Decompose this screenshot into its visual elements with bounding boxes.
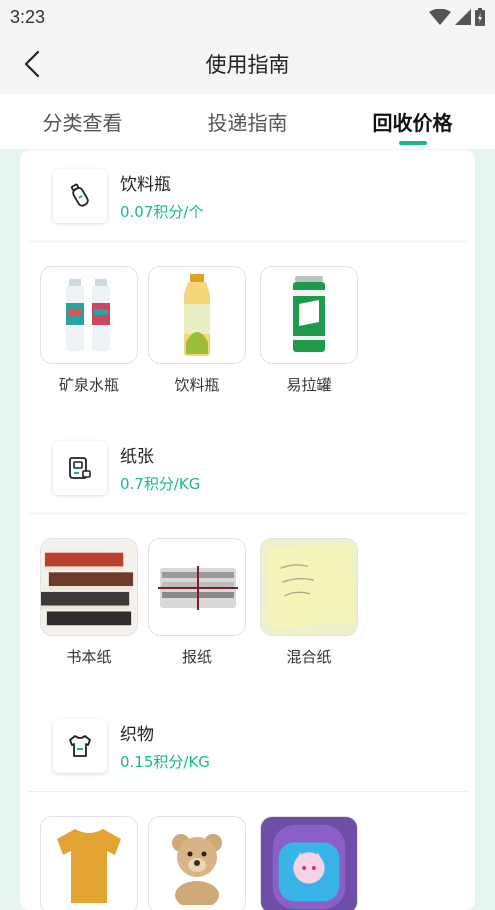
category-textiles: 织物 0.15积分/KG [20,700,475,910]
tab-label: 回收价格 [372,111,453,135]
paper-icon [53,440,107,495]
price-card: 饮料瓶 0.07积分/个 矿泉水瓶 饮料瓶 易拉罐 纸张 0.7积分/KG 书本… [20,150,475,910]
wifi-icon [429,9,451,25]
item-mixed-paper[interactable]: 混合纸 [260,538,358,667]
category-header: 织物 0.15积分/KG [28,700,467,792]
can-image [260,266,358,364]
teddy-bear-image [148,816,246,910]
back-button[interactable] [14,46,50,82]
status-icons [429,8,485,26]
page-title: 使用指南 [205,53,290,77]
item-label: 书本纸 [66,648,112,666]
category-name: 饮料瓶 [120,174,171,195]
item-label: 易拉罐 [286,376,332,394]
item-list: 矿泉水瓶 饮料瓶 易拉罐 [20,266,475,395]
item-list [20,816,475,910]
item-label: 混合纸 [286,648,332,666]
tab-recycle-price[interactable]: 回收价格 [330,94,495,149]
signal-icon [455,9,471,25]
app-bar: 使用指南 [0,34,495,94]
tab-label: 分类查看 [42,111,123,135]
item-list: 书本纸 报纸 混合纸 [20,538,475,667]
item-book-paper[interactable]: 书本纸 [40,538,138,667]
mixed-paper-image [260,538,358,636]
item-newspaper[interactable]: 报纸 [148,538,246,667]
item-clothes[interactable] [40,816,138,910]
newspaper-image [148,538,246,636]
status-time: 3:23 [10,6,46,27]
battery-icon [475,8,485,26]
status-bar: 3:23 [0,0,495,34]
category-name: 织物 [120,724,154,745]
drink-bottle-image [148,266,246,364]
backpack-image [260,816,358,910]
item-mineral-water-bottle[interactable]: 矿泉水瓶 [40,266,138,395]
mineral-water-bottle-image [40,266,138,364]
tab-delivery-guide[interactable]: 投递指南 [165,94,330,149]
tab-label: 投递指南 [207,111,288,135]
tab-indicator [398,141,427,145]
category-price: 0.7积分/KG [120,474,201,493]
clothes-icon [53,718,107,773]
category-paper: 纸张 0.7积分/KG 书本纸 报纸 混合纸 [20,422,475,667]
bottle-icon [53,168,107,223]
item-can[interactable]: 易拉罐 [260,266,358,395]
category-name: 纸张 [120,446,154,467]
tab-category-view[interactable]: 分类查看 [0,94,165,149]
item-label: 饮料瓶 [174,376,220,394]
category-header: 纸张 0.7积分/KG [28,422,467,514]
item-drink-bottle[interactable]: 饮料瓶 [148,266,246,395]
category-bottles: 饮料瓶 0.07积分/个 矿泉水瓶 饮料瓶 易拉罐 [20,150,475,395]
item-backpack[interactable] [260,816,358,910]
item-label: 矿泉水瓶 [58,376,119,394]
category-price: 0.07积分/个 [120,202,204,221]
category-price: 0.15积分/KG [120,752,210,771]
tshirt-image [40,816,138,910]
chevron-left-icon [24,50,40,78]
item-plush-toy[interactable] [148,816,246,910]
book-paper-image [40,538,138,636]
item-label: 报纸 [181,648,212,666]
tab-bar: 分类查看 投递指南 回收价格 [0,94,495,149]
category-header: 饮料瓶 0.07积分/个 [28,150,467,242]
